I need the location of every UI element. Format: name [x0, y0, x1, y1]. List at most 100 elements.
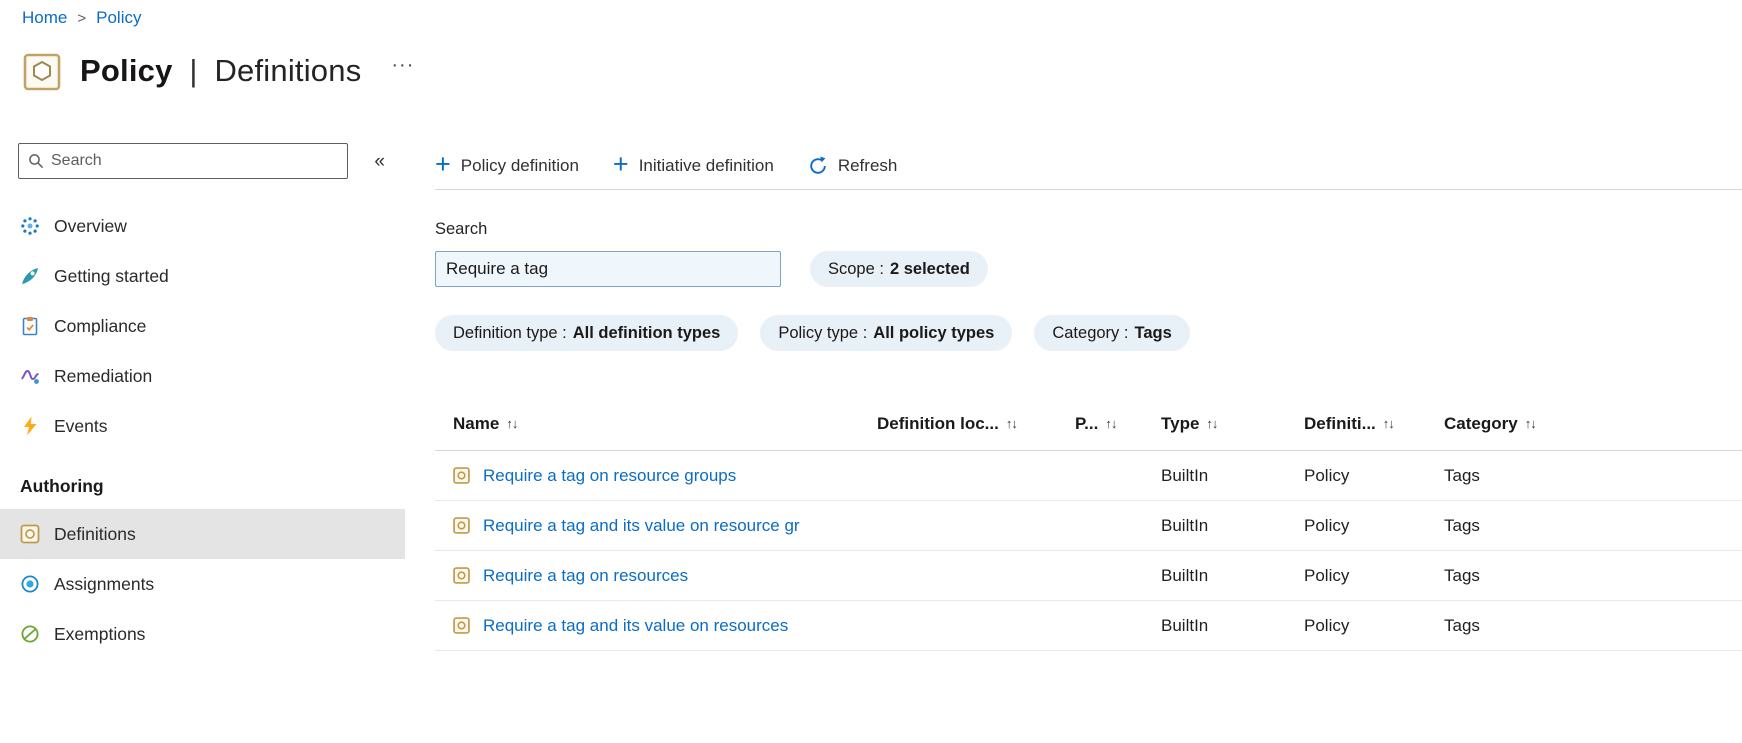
getting-started-icon [20, 266, 40, 286]
filter-search-input[interactable] [435, 251, 781, 287]
pill-label: Scope : [828, 259, 884, 278]
sidebar-item-definitions[interactable]: Definitions [0, 509, 405, 559]
policy-definition-icon [453, 567, 470, 584]
breadcrumb: Home > Policy [22, 8, 141, 28]
category-cell: Tags [1444, 465, 1480, 485]
table-header-row: Name ↑↓ Definition loc... ↑↓ P... ↑↓ Typ… [435, 397, 1742, 451]
filter-pill-definition-type[interactable]: Definition type : All definition types [435, 315, 739, 351]
overview-icon [20, 216, 40, 236]
sidebar-item-assignments[interactable]: Assignments [0, 559, 405, 609]
breadcrumb-policy-link[interactable]: Policy [96, 8, 141, 28]
refresh-button[interactable]: Refresh [808, 156, 897, 176]
filter-row-1: Scope : 2 selected [435, 251, 1742, 287]
definition-type-cell: Policy [1304, 465, 1350, 485]
sidebar-item-exemptions[interactable]: Exemptions [0, 609, 405, 659]
pill-label: Policy type : [778, 323, 868, 342]
page-title-separator: | [189, 53, 198, 88]
policy-icon [22, 50, 64, 92]
definitions-icon [20, 524, 40, 544]
column-header-policies[interactable]: P... ↑↓ [1075, 414, 1161, 434]
collapse-sidebar-icon[interactable]: « [368, 149, 391, 175]
page-title-primary: Policy [80, 53, 173, 88]
sidebar-item-label: Events [54, 415, 108, 436]
policy-name-link[interactable]: Require a tag on resources [483, 566, 688, 586]
sidebar-item-getting-started[interactable]: Getting started [0, 251, 405, 301]
sidebar-search-input[interactable] [18, 143, 348, 179]
filter-pill-policy-type[interactable]: Policy type : All policy types [760, 315, 1013, 351]
sort-icon: ↑↓ [1206, 416, 1218, 431]
column-header-type[interactable]: Type ↑↓ [1161, 414, 1304, 434]
name-cell: Require a tag and its value on resources [435, 616, 877, 636]
initiative-definition-button[interactable]: + Initiative definition [612, 148, 774, 180]
name-cell: Require a tag on resource groups [435, 466, 877, 486]
compliance-icon [20, 316, 40, 336]
policy-definition-icon [453, 617, 470, 634]
pill-label: Category : [1052, 323, 1129, 342]
plus-icon: + [612, 148, 629, 179]
column-header-definition-location[interactable]: Definition loc... ↑↓ [877, 414, 1075, 434]
sort-icon: ↑↓ [506, 416, 518, 431]
definition-type-cell: Policy [1304, 615, 1350, 635]
sidebar-item-remediation[interactable]: Remediation [0, 351, 405, 401]
initiative-definition-label: Initiative definition [638, 156, 774, 175]
sidebar-search-row: « [0, 143, 405, 179]
command-bar: + Policy definition + Initiative definit… [435, 143, 1742, 190]
column-header-definition-type[interactable]: Definiti... ↑↓ [1304, 414, 1444, 434]
sidebar-section-authoring: Authoring [20, 475, 104, 496]
sidebar-item-compliance[interactable]: Compliance [0, 301, 405, 351]
remediation-icon [20, 366, 40, 386]
sidebar-item-label: Assignments [54, 573, 155, 594]
main-content: + Policy definition + Initiative definit… [435, 143, 1742, 743]
policy-name-link[interactable]: Require a tag and its value on resources [483, 616, 788, 636]
column-label: Definition loc... [877, 413, 999, 433]
column-label: Definiti... [1304, 413, 1376, 433]
pill-value: All definition types [572, 323, 721, 342]
table-row: Require a tag and its value on resource … [435, 501, 1742, 551]
column-header-category[interactable]: Category ↑↓ [1444, 414, 1742, 434]
pill-value: All policy types [873, 323, 995, 342]
sidebar-item-label: Getting started [54, 265, 169, 286]
filter-pill-scope[interactable]: Scope : 2 selected [810, 251, 988, 287]
definition-type-cell: Policy [1304, 515, 1350, 535]
policy-definition-icon [453, 467, 470, 484]
sort-icon: ↑↓ [1005, 416, 1018, 431]
sidebar-item-label: Overview [54, 215, 127, 236]
sidebar-item-events[interactable]: Events [0, 401, 405, 451]
sidebar-item-label: Remediation [54, 365, 153, 386]
sort-icon: ↑↓ [1524, 416, 1537, 431]
refresh-icon [808, 156, 828, 176]
category-cell: Tags [1444, 615, 1480, 635]
type-cell: BuiltIn [1161, 565, 1209, 585]
definition-type-cell: Policy [1304, 565, 1350, 585]
name-cell: Require a tag on resources [435, 566, 877, 586]
plus-icon: + [435, 148, 451, 179]
page-header: Policy | Definitions ··· [22, 50, 414, 92]
column-header-name[interactable]: Name ↑↓ [435, 414, 877, 434]
events-icon [20, 416, 40, 436]
sidebar-nav: Overview Getting started Compliance Reme… [0, 201, 405, 659]
policy-definition-label: Policy definition [460, 156, 579, 175]
sidebar-item-overview[interactable]: Overview [0, 201, 405, 251]
policy-definition-button[interactable]: + Policy definition [435, 148, 579, 180]
pill-label: Definition type : [453, 323, 567, 342]
type-cell: BuiltIn [1161, 465, 1209, 485]
breadcrumb-home-link[interactable]: Home [22, 8, 67, 28]
sort-icon: ↑↓ [1105, 416, 1117, 431]
policy-name-link[interactable]: Require a tag on resource groups [483, 466, 736, 486]
table-row: Require a tag on resources BuiltIn Polic… [435, 551, 1742, 601]
sort-icon: ↑↓ [1382, 416, 1395, 431]
sidebar-item-label: Exemptions [54, 623, 146, 644]
filter-pill-category[interactable]: Category : Tags [1034, 315, 1190, 351]
definitions-table: Name ↑↓ Definition loc... ↑↓ P... ↑↓ Typ… [435, 397, 1742, 651]
sidebar-item-label: Compliance [54, 315, 147, 336]
table-row: Require a tag on resource groups BuiltIn… [435, 451, 1742, 501]
category-cell: Tags [1444, 565, 1480, 585]
column-label: P... [1075, 413, 1099, 433]
more-options-icon[interactable]: ··· [391, 54, 414, 77]
page-title: Policy | Definitions [80, 53, 361, 89]
policy-name-link[interactable]: Require a tag and its value on resource … [483, 516, 800, 536]
search-icon [28, 153, 44, 174]
table-row: Require a tag and its value on resources… [435, 601, 1742, 651]
type-cell: BuiltIn [1161, 615, 1209, 635]
column-label: Type [1161, 413, 1200, 433]
